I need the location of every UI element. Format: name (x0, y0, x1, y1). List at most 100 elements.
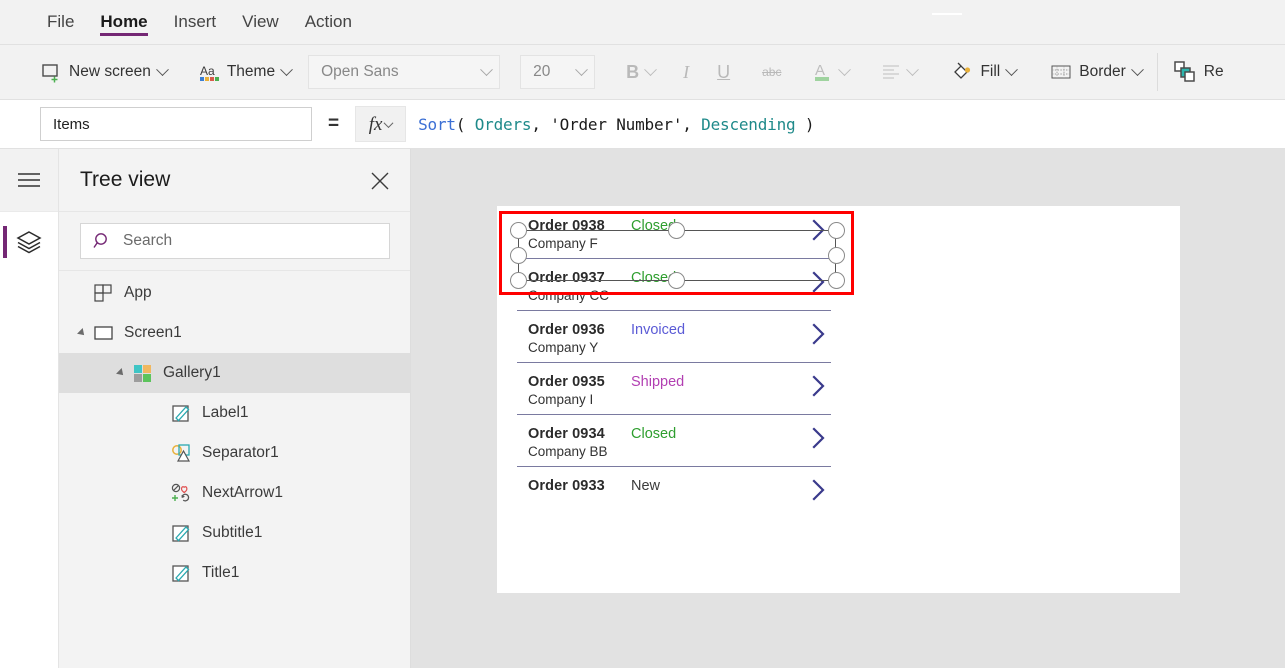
app-icon (92, 282, 114, 304)
theme-button[interactable]: Aa Theme (190, 53, 300, 91)
border-button[interactable]: Border (1041, 53, 1151, 91)
reorder-button[interactable]: Re (1164, 53, 1233, 91)
toolbar-divider (1156, 53, 1158, 91)
formula-token-3: , (531, 114, 551, 134)
close-icon (371, 172, 389, 190)
tree-item-title1[interactable]: Title1 (59, 553, 410, 593)
gallery-item-subtitle: Company F (528, 236, 598, 251)
gallery-separator (517, 258, 831, 259)
chevron-down-icon (480, 62, 493, 76)
nextarrow-icon (170, 482, 192, 504)
next-arrow-icon[interactable] (809, 477, 829, 503)
next-arrow-icon[interactable] (809, 217, 829, 243)
gallery-item-title: Order 0936 (528, 322, 605, 338)
tree-expand-caret[interactable] (77, 328, 87, 338)
resize-handle-top-right[interactable] (828, 222, 845, 239)
chevron-down-icon (906, 62, 920, 76)
label-icon (170, 522, 192, 544)
chevron-down-icon (644, 62, 657, 76)
resize-handle-top-left[interactable] (510, 222, 527, 239)
new-screen-button[interactable]: New screen (32, 53, 176, 91)
tree-item-label: Title1 (202, 564, 240, 581)
underline-button[interactable]: U (708, 53, 739, 91)
gallery-item[interactable]: Order 0935 Company I Shipped (505, 362, 845, 414)
next-arrow-icon[interactable] (809, 373, 829, 399)
font-color-button[interactable]: A (804, 53, 858, 91)
tree-item-label1[interactable]: Label1 (59, 393, 410, 433)
resize-handle-top-center[interactable] (668, 222, 685, 239)
close-button[interactable] (368, 169, 392, 193)
tab-view[interactable]: View (229, 0, 292, 45)
tab-view-label: View (242, 12, 279, 31)
search-placeholder: Search (123, 232, 173, 249)
svg-text:Aa: Aa (200, 64, 215, 78)
gallery-item-status: New (631, 478, 661, 494)
svg-text:A: A (815, 62, 825, 79)
bold-button[interactable]: B (617, 53, 664, 91)
resize-handle-middle-left[interactable] (510, 247, 527, 264)
chevron-down-icon (1005, 62, 1019, 76)
gallery-item-subtitle: Company BB (528, 444, 608, 459)
tree-item-separator1[interactable]: Separator1 (59, 433, 410, 473)
next-arrow-icon[interactable] (809, 321, 829, 347)
resize-handle-bottom-left[interactable] (510, 272, 527, 289)
resize-handle-middle-right[interactable] (828, 247, 845, 264)
resize-handle-bottom-right[interactable] (828, 272, 845, 289)
screen-canvas[interactable]: Order 0938 Company F Closed Order 0937 Compa… (497, 206, 1180, 593)
property-dropdown[interactable]: Items (40, 107, 312, 141)
separator-icon (170, 442, 192, 464)
tree-item-label: Screen1 (124, 324, 182, 341)
strikethrough-label: abc (762, 65, 782, 79)
gallery-control[interactable]: Order 0938 Company F Closed Order 0937 Compa… (505, 206, 845, 536)
tree-item-label: App (124, 284, 152, 301)
tree-item-app[interactable]: App (59, 273, 410, 313)
gallery-item-status: Shipped (631, 374, 685, 390)
gallery-separator (517, 466, 831, 467)
italic-button[interactable]: I (674, 53, 698, 91)
border-icon (1051, 65, 1071, 79)
align-left-icon (883, 65, 900, 79)
tab-action[interactable]: Action (292, 0, 365, 45)
resize-handle-bottom-center[interactable] (668, 272, 685, 289)
gallery-item[interactable]: Order 0934 Company BB Closed (505, 414, 845, 466)
ribbon-tabbar: File Home Insert View Action (0, 0, 1285, 45)
gallery-item-subtitle: Company Y (528, 340, 599, 355)
tab-insert[interactable]: Insert (161, 0, 230, 45)
reorder-icon (1174, 61, 1195, 82)
tab-file[interactable]: File (34, 0, 87, 45)
fx-button[interactable]: fx (355, 106, 407, 142)
next-arrow-icon[interactable] (809, 425, 829, 451)
formula-input[interactable]: Sort( Orders, 'Order Number', Descending… (406, 106, 1285, 142)
tab-action-label: Action (304, 12, 352, 31)
tree-item-label: Subtitle1 (202, 524, 263, 541)
font-size-dropdown[interactable]: 20 (520, 55, 596, 89)
align-button[interactable] (872, 53, 926, 91)
tree-search-row: Search (59, 212, 410, 271)
gallery-item[interactable]: Order 0933 New (505, 466, 845, 518)
tree-item-subtitle1[interactable]: Subtitle1 (59, 513, 410, 553)
fill-label: Fill (980, 63, 1001, 80)
gallery-item-title: Order 0934 (528, 426, 605, 442)
label-icon (170, 562, 192, 584)
left-rail (0, 149, 59, 668)
tab-home[interactable]: Home (87, 0, 160, 45)
tree-expand-caret[interactable] (116, 368, 126, 378)
gallery-item-subtitle: Company I (528, 392, 594, 407)
tree-item-gallery1[interactable]: Gallery1 (59, 353, 410, 393)
tree-view-rail-button[interactable] (0, 212, 58, 272)
bold-label: B (626, 61, 640, 82)
fill-button[interactable]: Fill (942, 53, 1025, 91)
hamburger-button[interactable] (0, 149, 58, 212)
tree-list: App Screen1 Gallery1 Label1 Separator1 NextAr… (59, 271, 410, 593)
search-input[interactable]: Search (80, 223, 390, 259)
next-arrow-icon[interactable] (809, 269, 829, 295)
font-color-icon: A (815, 62, 830, 81)
gallery-item[interactable]: Order 0936 Company Y Invoiced (505, 310, 845, 362)
formula-token-7: ) (795, 114, 815, 134)
font-family-dropdown[interactable]: Open Sans (308, 55, 501, 89)
tree-item-screen1[interactable]: Screen1 (59, 313, 410, 353)
tree-item-nextarrow1[interactable]: NextArrow1 (59, 473, 410, 513)
underline-label: U (717, 61, 731, 82)
strikethrough-button[interactable]: abc (753, 53, 790, 91)
chevron-down-icon (155, 62, 169, 76)
